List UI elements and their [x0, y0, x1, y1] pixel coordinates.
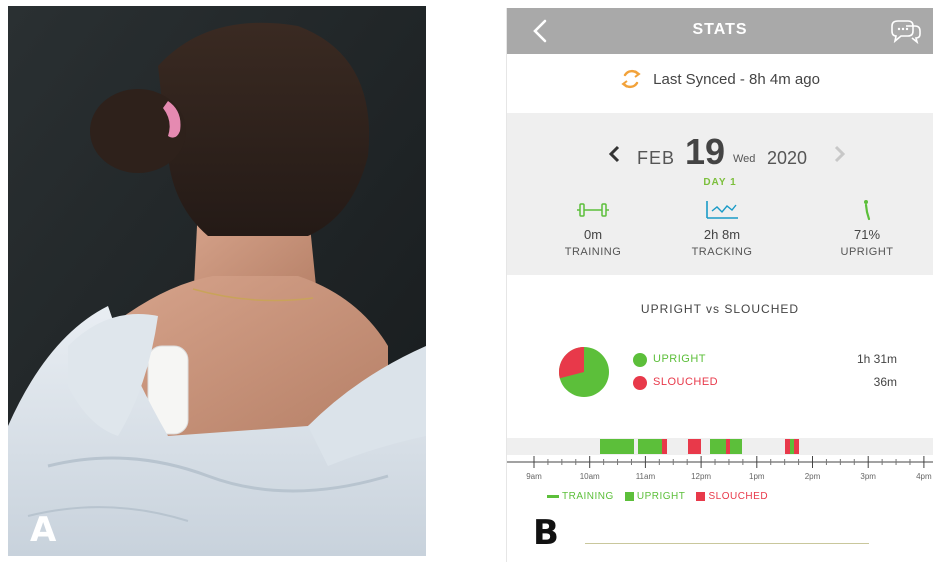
legend-slouched-label: SLOUCHED	[708, 491, 769, 502]
slouched-label: SLOUCHED	[653, 376, 719, 388]
chat-bubbles-icon[interactable]	[889, 18, 923, 44]
stat-tracking-value: 2h 8m	[703, 227, 741, 242]
phone-app-panel: STATS Last Synced - 8h 4m ago FEB 19 Wed…	[506, 8, 933, 562]
page-title: STATS	[692, 21, 748, 38]
upright-figure-icon	[864, 200, 871, 221]
stat-upright-value: 71%	[853, 227, 881, 242]
timeline-tick-label: 12pm	[691, 472, 711, 481]
timeline-segment-slouched	[688, 439, 701, 454]
upright-value: 1h 31m	[856, 352, 897, 366]
patient-back-photo	[8, 6, 426, 556]
date-stats-panel: FEB 19 Wed 2020 DAY 1 0m TRAINING 2h 8m …	[507, 113, 933, 275]
date-year: 2020	[767, 148, 808, 168]
timeline-segment-slouched	[726, 439, 730, 454]
panel-a-label: A	[30, 510, 57, 550]
app-header: STATS	[507, 8, 933, 54]
legend-upright: UPRIGHT	[624, 491, 686, 502]
sync-icon[interactable]	[620, 68, 642, 90]
timeline-segment-slouched	[662, 439, 667, 454]
upright-dot	[633, 353, 647, 367]
date-day: 19	[685, 131, 726, 172]
legend-slouched: SLOUCHED 36m	[633, 374, 933, 392]
tracking-chart-icon	[706, 201, 738, 219]
timeline-legend: TRAINING UPRIGHT SLOUCHED	[547, 484, 774, 502]
sync-status: Last Synced - 8h 4m ago	[507, 68, 933, 94]
stat-upright[interactable]: 71% UPRIGHT	[807, 199, 927, 258]
photo-panel: A	[8, 6, 426, 556]
slouched-dot	[633, 376, 647, 390]
timeline-tick-label: 3pm	[860, 472, 876, 481]
stat-tracking-label: TRACKING	[691, 246, 753, 258]
timeline-segment-upright	[638, 439, 662, 454]
stat-upright-label: UPRIGHT	[840, 246, 894, 258]
timeline-tick-label: 1pm	[749, 472, 765, 481]
last-synced-text: Last Synced - 8h 4m ago	[653, 70, 820, 88]
timeline-tick-label: 2pm	[805, 472, 821, 481]
slouched-value: 36m	[873, 375, 897, 389]
stat-training-value: 0m	[583, 227, 603, 242]
legend-upright-label: UPRIGHT	[636, 491, 686, 502]
day-number-label: DAY 1	[703, 177, 737, 188]
stat-training[interactable]: 0m TRAINING	[533, 199, 653, 258]
timeline-segment-slouched	[794, 439, 799, 454]
stat-tracking[interactable]: 2h 8m TRACKING	[662, 199, 782, 258]
chevron-left-icon[interactable]	[607, 145, 621, 163]
timeline-tick-label: 11am	[636, 472, 656, 481]
legend-training-label: TRAINING	[562, 491, 614, 502]
timeline-segment-upright	[600, 439, 634, 454]
posture-pie-chart	[559, 347, 609, 397]
timeline-tick-label: 4pm	[916, 472, 932, 481]
legend-upright: UPRIGHT 1h 31m	[633, 351, 933, 369]
timeline-segment-upright	[790, 439, 794, 454]
stat-training-label: TRAINING	[564, 246, 622, 258]
date-month: FEB	[637, 148, 676, 168]
timeline-segment-upright	[710, 439, 726, 454]
date-weekday: Wed	[733, 153, 756, 165]
dumbbell-icon	[577, 203, 609, 217]
posture-section-title: UPRIGHT vs SLOUCHED	[640, 302, 800, 316]
panel-b-label: B	[533, 513, 559, 553]
legend-training: TRAINING	[547, 491, 614, 502]
timeline-segment-slouched	[785, 439, 790, 454]
upright-label: UPRIGHT	[653, 353, 706, 365]
legend-slouched: SLOUCHED	[696, 491, 768, 502]
timeline-segment-upright	[730, 439, 742, 454]
divider-line	[585, 543, 869, 544]
timeline-tick-label: 9am	[526, 472, 542, 481]
date-selector: FEB 19 Wed 2020	[507, 131, 933, 173]
timeline-tick-label: 10am	[580, 472, 600, 481]
chevron-right-icon[interactable]	[833, 145, 847, 163]
